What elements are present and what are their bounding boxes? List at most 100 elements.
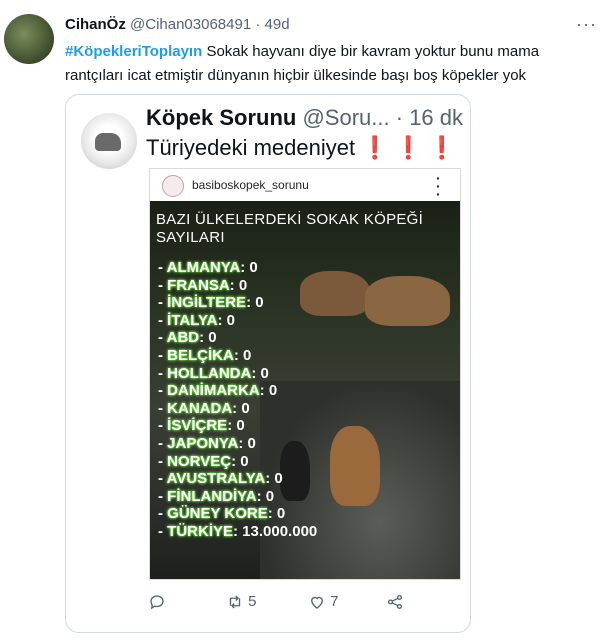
dog-count: : 0 bbox=[259, 382, 278, 400]
exclamation-marks: ❗❗❗ bbox=[361, 135, 462, 160]
country-row: - ABD: 0 bbox=[158, 329, 317, 347]
row-dash: - bbox=[158, 487, 168, 505]
country-row: - KANADA: 0 bbox=[158, 400, 317, 418]
country-name: NORVEÇ bbox=[167, 452, 232, 470]
country-name: ALMANYA bbox=[166, 259, 241, 276]
tweet-header: CihanÖz @Cihan03068491 · 49d bbox=[65, 16, 290, 33]
country-row: - JAPONYA: 0 bbox=[158, 435, 317, 453]
quoted-tweet-body: Türiyedeki medeniyet bbox=[146, 135, 356, 160]
quoted-tweet-header: Köpek Sorunu @Soru... · 16 dk bbox=[146, 105, 463, 131]
country-row: - AVUSTRALYA: 0 bbox=[158, 470, 317, 488]
country-name: KANADA bbox=[167, 399, 233, 417]
author-handle[interactable]: @Cihan03068491 bbox=[130, 16, 251, 33]
quoted-author-avatar[interactable] bbox=[81, 113, 137, 169]
dog-count: : 0 bbox=[240, 259, 258, 276]
reply-button[interactable] bbox=[148, 593, 166, 611]
retweet-button[interactable]: 5 bbox=[226, 593, 257, 611]
dog-count: : 0 bbox=[256, 487, 275, 505]
tweet-text: #KöpekleriToplayın Sokak hayvanı diye bi… bbox=[65, 40, 585, 88]
row-dash: - bbox=[158, 311, 168, 329]
country-name: HOLLANDA bbox=[167, 364, 252, 382]
header-separator: · bbox=[255, 16, 261, 33]
country-name: AVUSTRALYA bbox=[166, 470, 266, 488]
dog-count: : 0 bbox=[267, 505, 286, 523]
heart-icon bbox=[311, 596, 323, 609]
more-icon[interactable]: ··· bbox=[576, 14, 597, 35]
share-icon bbox=[387, 594, 403, 610]
row-dash: - bbox=[158, 276, 168, 294]
quoted-header-separator: · bbox=[395, 105, 404, 130]
dog-count: : 0 bbox=[227, 417, 245, 435]
dog-count: : 0 bbox=[229, 276, 248, 294]
country-row: - HOLLANDA: 0 bbox=[158, 365, 317, 383]
country-row: - FİNLANDİYA: 0 bbox=[158, 488, 317, 506]
instagram-username[interactable]: basiboskopek_sorunu bbox=[192, 178, 309, 192]
country-row: - TÜRKİYE: 13.000.000 bbox=[158, 523, 317, 541]
country-row: - İSVİÇRE: 0 bbox=[158, 417, 317, 435]
country-row: - GÜNEY KORE: 0 bbox=[158, 505, 317, 523]
row-dash: - bbox=[158, 364, 168, 382]
row-dash: - bbox=[158, 399, 168, 417]
country-name: FİNLANDİYA bbox=[167, 487, 257, 505]
instagram-post-header: basiboskopek_sorunu · · · bbox=[150, 169, 460, 201]
share-button[interactable] bbox=[386, 593, 404, 611]
author-avatar[interactable] bbox=[4, 14, 54, 64]
country-row: - NORVEÇ: 0 bbox=[158, 453, 317, 471]
country-row: - FRANSA: 0 bbox=[158, 277, 317, 295]
row-dash: - bbox=[158, 346, 168, 364]
dog-logo-icon bbox=[95, 133, 121, 151]
dog-count: : 0 bbox=[233, 346, 252, 364]
like-count: 7 bbox=[330, 593, 339, 610]
tweet-time[interactable]: 49d bbox=[265, 16, 290, 33]
country-name: DANİMARKA bbox=[167, 382, 260, 400]
country-name: İSVİÇRE bbox=[167, 417, 228, 435]
quoted-author-name[interactable]: Köpek Sorunu bbox=[146, 105, 296, 130]
dog-count: : 13.000.000 bbox=[233, 522, 318, 540]
country-name: GÜNEY KORE bbox=[167, 505, 268, 523]
dog-count: : 0 bbox=[232, 399, 250, 417]
country-row: - İNGİLTERE: 0 bbox=[158, 294, 317, 312]
quoted-author-handle[interactable]: @Soru... bbox=[302, 105, 389, 130]
like-button[interactable]: 7 bbox=[308, 593, 339, 611]
dog-count: : 0 bbox=[217, 311, 235, 329]
retweet-icon bbox=[229, 595, 241, 609]
country-name: BELÇİKA bbox=[167, 346, 234, 364]
country-row: - DANİMARKA: 0 bbox=[158, 382, 317, 400]
dog-count: : 0 bbox=[231, 452, 249, 470]
country-name: İTALYA bbox=[167, 311, 218, 329]
row-dash: - bbox=[158, 382, 168, 400]
photo-title: BAZI ÜLKELERDEKİ SOKAK KÖPEĞİ SAYILARI bbox=[156, 211, 424, 246]
quoted-tweet-time[interactable]: 16 dk bbox=[409, 105, 463, 130]
country-row: - ALMANYA: 0 bbox=[158, 259, 317, 277]
row-dash: - bbox=[158, 452, 168, 470]
dogs-photo[interactable]: BAZI ÜLKELERDEKİ SOKAK KÖPEĞİ SAYILARI -… bbox=[150, 201, 460, 579]
instagram-post-embed[interactable]: basiboskopek_sorunu · · · BAZI ÜLKELERDEKİ… bbox=[149, 168, 461, 580]
country-name: JAPONYA bbox=[167, 434, 239, 452]
dog-count: : 0 bbox=[265, 470, 283, 488]
country-name: FRANSA bbox=[167, 276, 230, 294]
row-dash: - bbox=[158, 434, 168, 452]
quoted-action-bar: 5 7 bbox=[66, 593, 470, 617]
dog-count: : 0 bbox=[238, 434, 256, 452]
row-dash: - bbox=[158, 470, 167, 488]
instagram-more-icon[interactable]: · · · bbox=[436, 171, 441, 201]
dog-count: : 0 bbox=[251, 364, 269, 382]
row-dash: - bbox=[158, 329, 167, 347]
country-list: - ALMANYA: 0- FRANSA: 0- İNGİLTERE: 0- İ… bbox=[158, 259, 317, 541]
row-dash: - bbox=[158, 505, 168, 523]
dog-silhouette-2 bbox=[365, 276, 450, 326]
hashtag-link[interactable]: #KöpekleriToplayın bbox=[65, 43, 202, 60]
country-name: ABD bbox=[166, 329, 200, 347]
reply-icon bbox=[150, 595, 164, 610]
country-name: TÜRKİYE bbox=[167, 522, 234, 540]
country-row: - BELÇİKA: 0 bbox=[158, 347, 317, 365]
author-name[interactable]: CihanÖz bbox=[65, 16, 126, 33]
dog-silhouette-3 bbox=[330, 426, 380, 506]
row-dash: - bbox=[158, 522, 168, 540]
retweet-count: 5 bbox=[248, 593, 257, 610]
instagram-avatar[interactable] bbox=[162, 175, 184, 197]
row-dash: - bbox=[158, 294, 168, 312]
quoted-tweet-text: Türiyedeki medeniyet ❗❗❗ bbox=[146, 135, 461, 161]
quoted-tweet-card[interactable]: Köpek Sorunu @Soru... · 16 dk Türiyedeki… bbox=[65, 94, 471, 633]
country-name: İNGİLTERE bbox=[167, 294, 247, 312]
